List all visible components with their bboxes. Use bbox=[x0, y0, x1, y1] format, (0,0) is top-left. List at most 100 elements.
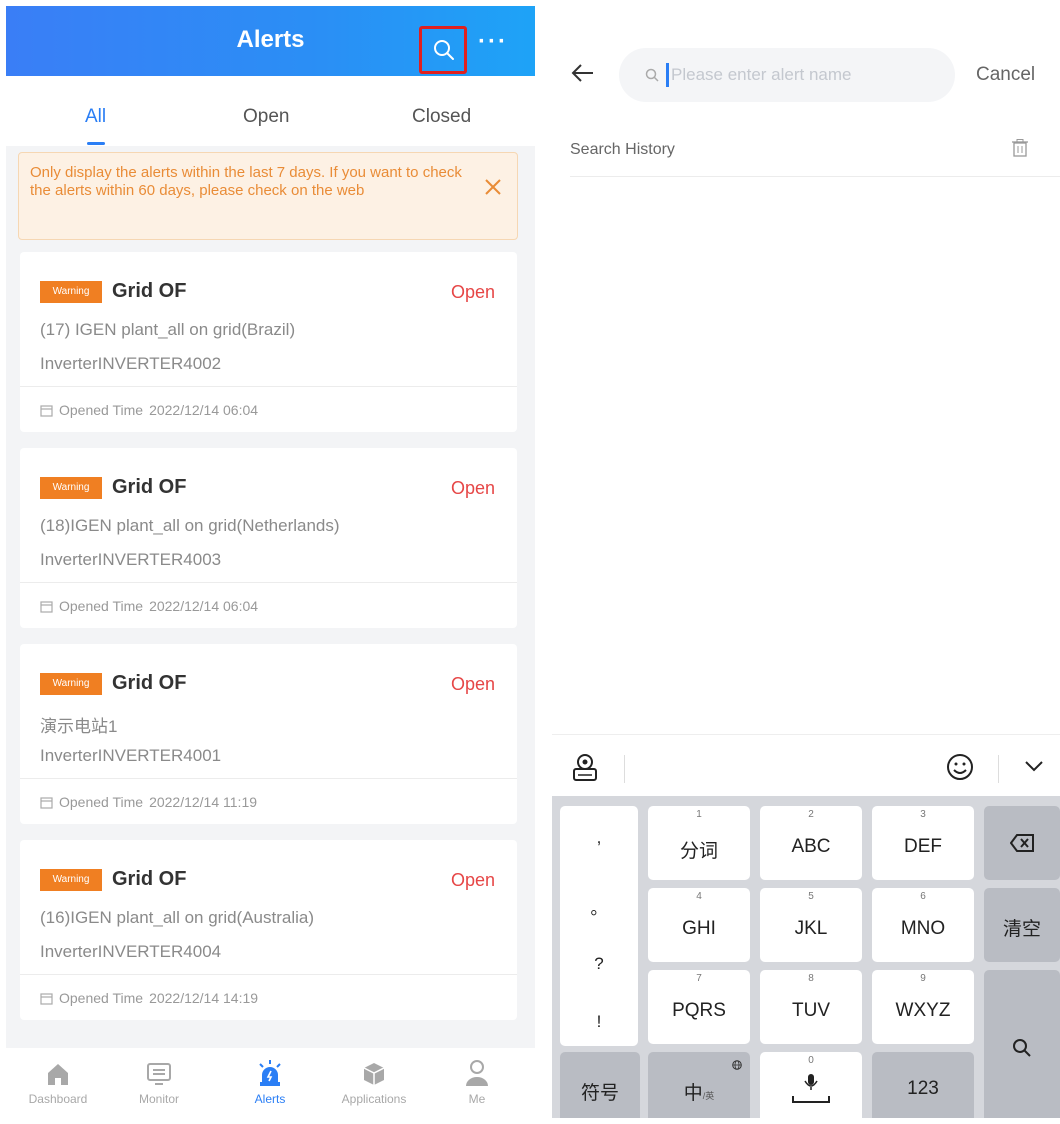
backspace-key[interactable] bbox=[984, 806, 1060, 880]
punctuation-column[interactable]: , 。 ? ! bbox=[560, 806, 638, 1046]
clear-key[interactable]: 清空 bbox=[984, 888, 1060, 962]
calendar-icon bbox=[40, 600, 53, 613]
key-9[interactable]: 9 WXYZ bbox=[872, 970, 974, 1044]
key-3[interactable]: 3 DEF bbox=[872, 806, 974, 880]
app-header: Alerts ··· bbox=[6, 6, 535, 76]
key-label: ABC bbox=[791, 836, 831, 857]
status-badge: Open bbox=[450, 674, 495, 694]
alert-card[interactable]: Warning Grid OF Open (16)IGEN plant_all … bbox=[20, 840, 517, 1020]
device-name: InverterINVERTER4003 bbox=[40, 550, 222, 569]
time-value: 2022/12/14 11:19 bbox=[149, 794, 258, 810]
nav-monitor[interactable]: Monitor bbox=[109, 1054, 209, 1106]
key-number: 5 bbox=[808, 891, 814, 902]
key-label: PQRS bbox=[672, 1000, 726, 1021]
key-6[interactable]: 6 MNO bbox=[872, 888, 974, 962]
status-badge: Open bbox=[450, 870, 495, 890]
tab-all[interactable]: All bbox=[85, 106, 106, 128]
home-icon bbox=[48, 1064, 68, 1085]
close-icon[interactable] bbox=[482, 176, 504, 198]
calendar-icon bbox=[40, 404, 53, 417]
globe-icon bbox=[732, 1060, 742, 1070]
search-icon bbox=[434, 40, 454, 60]
text-cursor bbox=[666, 63, 669, 87]
alert-card[interactable]: Warning Grid OF Open (17) IGEN plant_all… bbox=[20, 252, 517, 432]
key-label: JKL bbox=[794, 918, 828, 939]
key-label: WXYZ bbox=[895, 1000, 951, 1021]
plant-name: 演示电站1 bbox=[40, 717, 118, 736]
search-input[interactable] bbox=[671, 63, 941, 87]
search-history-label: Search History bbox=[570, 141, 675, 158]
search-icon bbox=[1013, 1039, 1031, 1057]
punct-key[interactable]: , bbox=[560, 828, 638, 848]
key-7[interactable]: 7 PQRS bbox=[648, 970, 750, 1044]
time-label: Opened Time bbox=[59, 598, 144, 614]
punct-key[interactable]: ! bbox=[560, 1012, 638, 1032]
notice-text: Only display the alerts within the last … bbox=[30, 164, 462, 199]
status-tabs: All Open Closed bbox=[6, 76, 535, 146]
divider bbox=[570, 176, 1060, 177]
key-2[interactable]: 2 ABC bbox=[760, 806, 862, 880]
key-label: 分词 bbox=[679, 841, 718, 862]
device-name: InverterINVERTER4004 bbox=[40, 942, 222, 961]
symbols-key[interactable]: 符号 bbox=[560, 1052, 640, 1118]
emoji-icon[interactable] bbox=[946, 753, 974, 781]
punct-key[interactable]: 。 bbox=[560, 894, 638, 919]
warning-badge: Warning bbox=[40, 869, 102, 891]
numbers-key[interactable]: 123 bbox=[872, 1052, 974, 1118]
key-1[interactable]: 1 分词 bbox=[648, 806, 750, 880]
divider bbox=[20, 582, 517, 583]
keyboard-skin-icon[interactable] bbox=[570, 753, 600, 783]
alert-card[interactable]: Warning Grid OF Open (18)IGEN plant_all … bbox=[20, 448, 517, 628]
search-box[interactable] bbox=[619, 48, 955, 102]
cancel-button[interactable]: Cancel bbox=[976, 64, 1035, 86]
tab-closed[interactable]: Closed bbox=[412, 106, 471, 128]
nav-dashboard[interactable]: Dashboard bbox=[8, 1054, 108, 1106]
opened-time: Opened Time 2022/12/14 06:04 bbox=[40, 598, 258, 614]
nav-label: Dashboard bbox=[28, 1092, 88, 1106]
nav-applications[interactable]: Applications bbox=[324, 1054, 424, 1106]
key-number: 1 bbox=[696, 809, 702, 820]
opened-time: Opened Time 2022/12/14 06:04 bbox=[40, 402, 258, 418]
divider bbox=[20, 386, 517, 387]
chevron-down-icon[interactable] bbox=[1024, 759, 1044, 773]
key-5[interactable]: 5 JKL bbox=[760, 888, 862, 962]
status-badge: Open bbox=[450, 478, 495, 498]
key-number: 8 bbox=[808, 973, 814, 984]
search-button[interactable] bbox=[419, 26, 467, 74]
nav-label: Applications bbox=[341, 1092, 407, 1106]
key-label: MNO bbox=[900, 918, 946, 939]
key-number: 2 bbox=[808, 809, 814, 820]
space-key[interactable]: 0 bbox=[760, 1052, 862, 1118]
time-value: 2022/12/14 06:04 bbox=[149, 598, 259, 614]
nav-me[interactable]: Me bbox=[427, 1054, 527, 1106]
back-arrow-icon[interactable] bbox=[570, 60, 596, 86]
time-value: 2022/12/14 06:04 bbox=[149, 402, 259, 418]
more-button[interactable]: ··· bbox=[478, 28, 508, 56]
key-number: 4 bbox=[696, 891, 702, 902]
alert-card[interactable]: Warning Grid OF Open 演示电站1 InverterINVER… bbox=[20, 644, 517, 824]
language-key[interactable]: 中/英 bbox=[648, 1052, 750, 1118]
alert-title: Grid OF bbox=[112, 868, 187, 890]
key-label: 符号 bbox=[580, 1083, 619, 1104]
nav-alerts[interactable]: Alerts bbox=[220, 1054, 320, 1106]
alert-title: Grid OF bbox=[112, 672, 187, 694]
backspace-icon bbox=[1010, 834, 1034, 852]
key-8[interactable]: 8 TUV bbox=[760, 970, 862, 1044]
key-4[interactable]: 4 GHI bbox=[648, 888, 750, 962]
key-label: 中/英 bbox=[648, 1078, 750, 1105]
punct-key[interactable]: ? bbox=[560, 954, 638, 974]
divider bbox=[20, 778, 517, 779]
key-label: TUV bbox=[792, 1000, 830, 1021]
calendar-icon bbox=[40, 796, 53, 809]
key-label: GHI bbox=[682, 918, 716, 939]
trash-icon[interactable] bbox=[1012, 139, 1028, 157]
key-label: DEF bbox=[904, 836, 942, 857]
tab-open[interactable]: Open bbox=[243, 106, 289, 128]
active-tab-indicator bbox=[87, 142, 105, 145]
time-label: Opened Time bbox=[59, 402, 144, 418]
plant-name: (17) IGEN plant_all on grid(Brazil) bbox=[40, 320, 296, 339]
status-badge: Open bbox=[450, 282, 495, 302]
divider bbox=[624, 755, 625, 783]
monitor-icon bbox=[147, 1063, 171, 1085]
search-key[interactable] bbox=[984, 970, 1060, 1118]
